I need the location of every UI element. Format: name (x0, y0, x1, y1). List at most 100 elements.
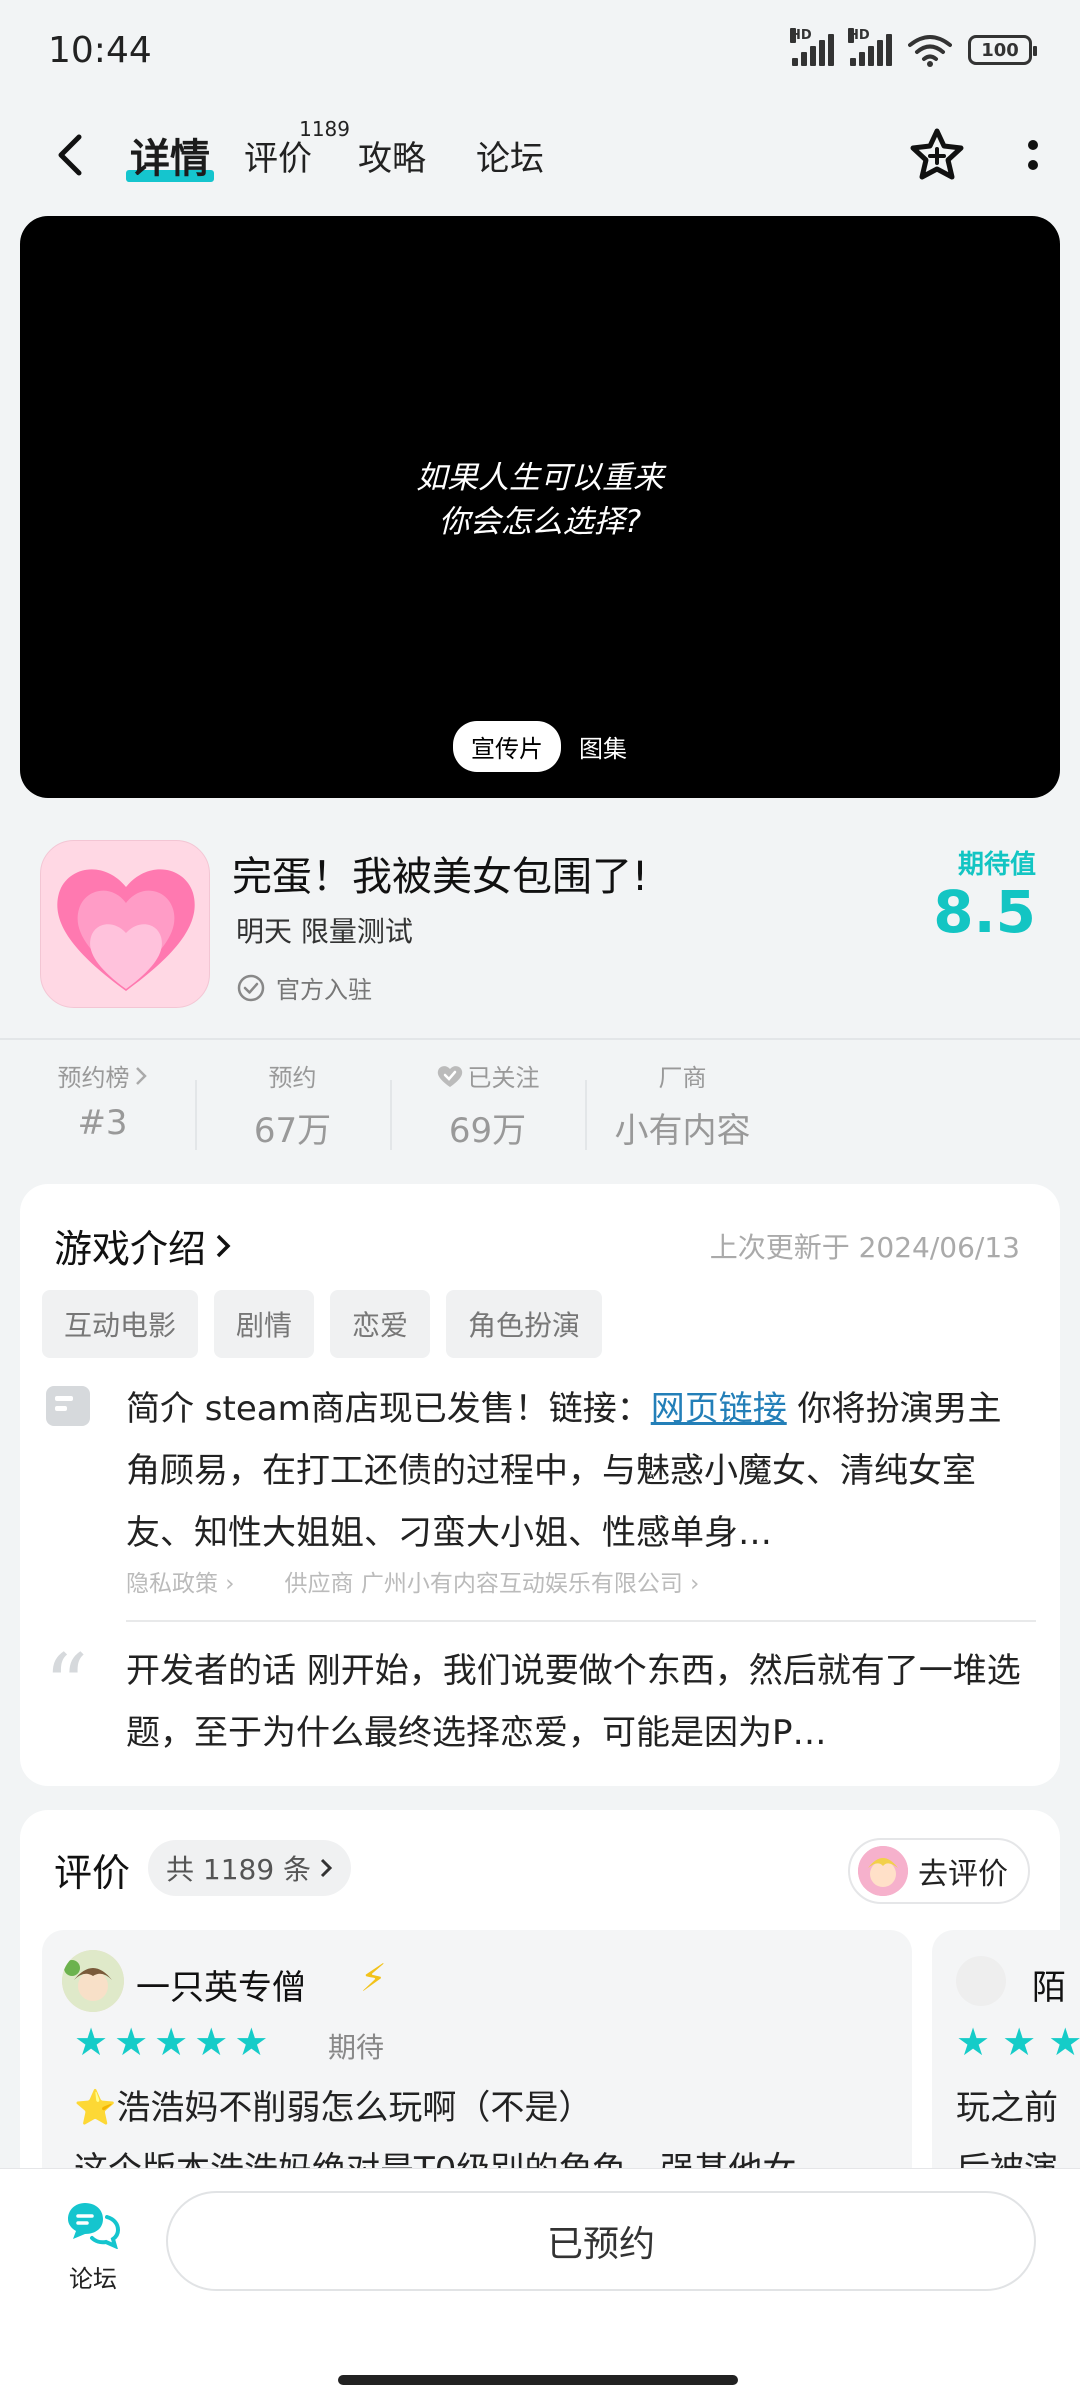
wifi-icon (908, 35, 952, 67)
signal-icon: HD (790, 28, 834, 66)
star-icon: ★ (154, 2020, 189, 2064)
stat-developer-value: 小有内容 (614, 1111, 751, 1151)
review-text-line1: ⭐浩浩妈不削弱怎么玩啊（不是） (74, 2088, 593, 2128)
tab-forum[interactable]: 论坛 (476, 131, 544, 180)
heart-logo-icon (57, 869, 195, 991)
stat-rank[interactable]: 预约榜 #3 (10, 1058, 195, 1158)
tag-item[interactable]: 恋爱 (330, 1290, 431, 1358)
tab-reviews[interactable]: 评价 1189 (244, 117, 350, 180)
lightning-icon: ⚡ (360, 1956, 387, 2000)
stat-reservations-value: 67万 (253, 1111, 332, 1151)
forum-chat-icon (68, 2203, 121, 2250)
web-link[interactable]: 网页链接 (651, 1389, 787, 1429)
stat-followers-label: 已关注 (467, 1064, 540, 1092)
divider (0, 1038, 1080, 1040)
top-nav: 详情 评价 1189 攻略 论坛 (0, 110, 1080, 200)
tag-item[interactable]: 角色扮演 (446, 1290, 603, 1358)
stat-followers-value: 69万 (448, 1111, 527, 1151)
tag-item[interactable]: 互动电影 (42, 1290, 199, 1358)
tab-guides[interactable]: 攻略 (358, 131, 426, 180)
divider (126, 1620, 1036, 1622)
expect-score[interactable]: 期待值 8.5 (933, 844, 1036, 943)
home-indicator[interactable] (338, 2375, 738, 2385)
game-release-status: 明天 限量测试 (236, 915, 413, 948)
genre-tags: 互动电影 剧情 恋爱 角色扮演 (42, 1290, 603, 1358)
check-circle-icon (237, 974, 265, 1001)
media-tab-gallery[interactable]: 图集 (579, 729, 627, 764)
chevron-right-icon (321, 1858, 333, 1878)
review-tag: 期待 (328, 2031, 385, 2064)
tag-item[interactable]: 剧情 (214, 1290, 315, 1358)
signal-icon-2: HD (848, 28, 892, 66)
battery-icon: 100 (968, 35, 1037, 65)
game-icon (40, 840, 210, 1008)
update-time: 上次更新于 2024/06/13 (709, 1231, 1020, 1264)
star-icon: ★ (74, 2020, 109, 2064)
supplier-link[interactable]: 供应商 广州小有内容互动娱乐有限公司 › (285, 1564, 700, 1598)
privacy-label: 隐私政策 (126, 1571, 218, 1597)
status-time: 10:44 (48, 29, 152, 71)
stat-reservations-label: 预约 (268, 1064, 317, 1092)
stat-followers[interactable]: 已关注 69万 (390, 1058, 585, 1158)
media-tabs: 宣传片 图集 (20, 721, 1060, 772)
legal-links: 隐私政策 › 供应商 广州小有内容互动娱乐有限公司 › (126, 1564, 699, 1598)
game-description[interactable]: 简介 steam商店现已发售！链接：网页链接 你将扮演男主角顾易，在打工还债的过… (126, 1378, 1026, 1564)
expect-label: 期待值 (957, 850, 1036, 880)
stats-row: 预约榜 #3 预约 67万 已关注 69万 厂商 小有内容 (0, 1058, 1080, 1158)
stat-developer-label: 厂商 (658, 1064, 707, 1092)
forum-label: 论坛 (69, 2265, 117, 2293)
hd-label: HD (790, 28, 812, 43)
expect-value: 8.5 (933, 878, 1036, 946)
video-caption-line1: 如果人生可以重来 (416, 460, 664, 496)
reviews-count-link[interactable]: 共 1189 条 (148, 1840, 352, 1896)
user-avatar (858, 1846, 908, 1896)
tab-reviews-label: 评价 (244, 138, 312, 179)
intro-title-link[interactable]: 游戏介绍 (54, 1218, 232, 1273)
reviewer-avatar[interactable] (956, 1956, 1006, 2006)
stat-rank-label: 预约榜 (57, 1064, 130, 1092)
desc-prefix: 简介 steam商店现已发售！链接： (126, 1389, 651, 1429)
stat-developer[interactable]: 厂商 小有内容 (585, 1058, 780, 1158)
privacy-link[interactable]: 隐私政策 › (126, 1564, 235, 1598)
reviews-count: 共 1189 条 (166, 1853, 312, 1886)
write-review-label: 去评价 (918, 1857, 1008, 1892)
reviewer-name[interactable]: 陌 (1032, 1960, 1066, 2009)
chevron-right-icon (135, 1066, 147, 1085)
reviewer-avatar[interactable] (62, 1950, 124, 2012)
game-title: 完蛋！我被美女包围了! (232, 854, 649, 900)
intro-title: 游戏介绍 (54, 1227, 207, 1271)
game-header: 完蛋！我被美女包围了! 明天 限量测试 官方入驻 期待值 8.5 (40, 838, 1040, 1008)
hd-label-2: HD (848, 28, 870, 43)
bottom-action-bar: 论坛 已预约 (0, 2168, 1080, 2400)
promo-video[interactable]: 如果人生可以重来 你会怎么选择? 宣传片 图集 (20, 216, 1060, 798)
favorite-star-icon[interactable] (908, 127, 966, 183)
heart-check-icon (437, 1065, 462, 1087)
media-tab-trailer[interactable]: 宣传片 (453, 721, 561, 772)
video-caption-line2: 你会怎么选择? (438, 504, 642, 540)
write-review-button[interactable]: 去评价 (848, 1838, 1030, 1904)
developer-words[interactable]: 开发者的话 刚开始，我们说要做个东西，然后就有了一堆选题，至于为什么最终选择恋爱… (126, 1640, 1026, 1764)
official-badge: 官方入驻 (236, 970, 372, 1005)
star-icon: ★ (194, 2020, 229, 2064)
reviewer-name[interactable]: 一只英专僧 (136, 1960, 306, 2009)
stat-rank-label-wrap: 预约榜 (10, 1058, 195, 1093)
rating-stars: ★ ★ ★ (956, 2020, 1080, 2064)
back-arrow-icon (58, 134, 82, 176)
official-label: 官方入驻 (276, 976, 372, 1004)
more-icon[interactable] (1026, 135, 1040, 175)
supplier-label: 供应商 广州小有内容互动娱乐有限公司 (284, 1571, 683, 1597)
forum-button[interactable]: 论坛 (58, 2199, 128, 2294)
status-icons: HD HD 100 (790, 28, 1037, 67)
video-caption: 如果人生可以重来 你会怎么选择? (20, 456, 1060, 544)
nav-actions (908, 127, 1040, 183)
tab-details[interactable]: 详情 (126, 126, 214, 184)
reserved-button[interactable]: 已预约 (166, 2191, 1036, 2291)
star-icon: ★ (234, 2020, 269, 2064)
review-text-line1: 玩之前 (956, 2088, 1058, 2128)
stat-followers-label-wrap: 已关注 (390, 1058, 585, 1093)
status-bar: 10:44 HD HD 100 (0, 0, 1080, 100)
back-button[interactable] (40, 125, 100, 185)
stat-reservations: 预约 67万 (195, 1058, 390, 1158)
quote-icon: “ (44, 1636, 88, 1736)
reviews-title: 评价 (54, 1851, 131, 1895)
